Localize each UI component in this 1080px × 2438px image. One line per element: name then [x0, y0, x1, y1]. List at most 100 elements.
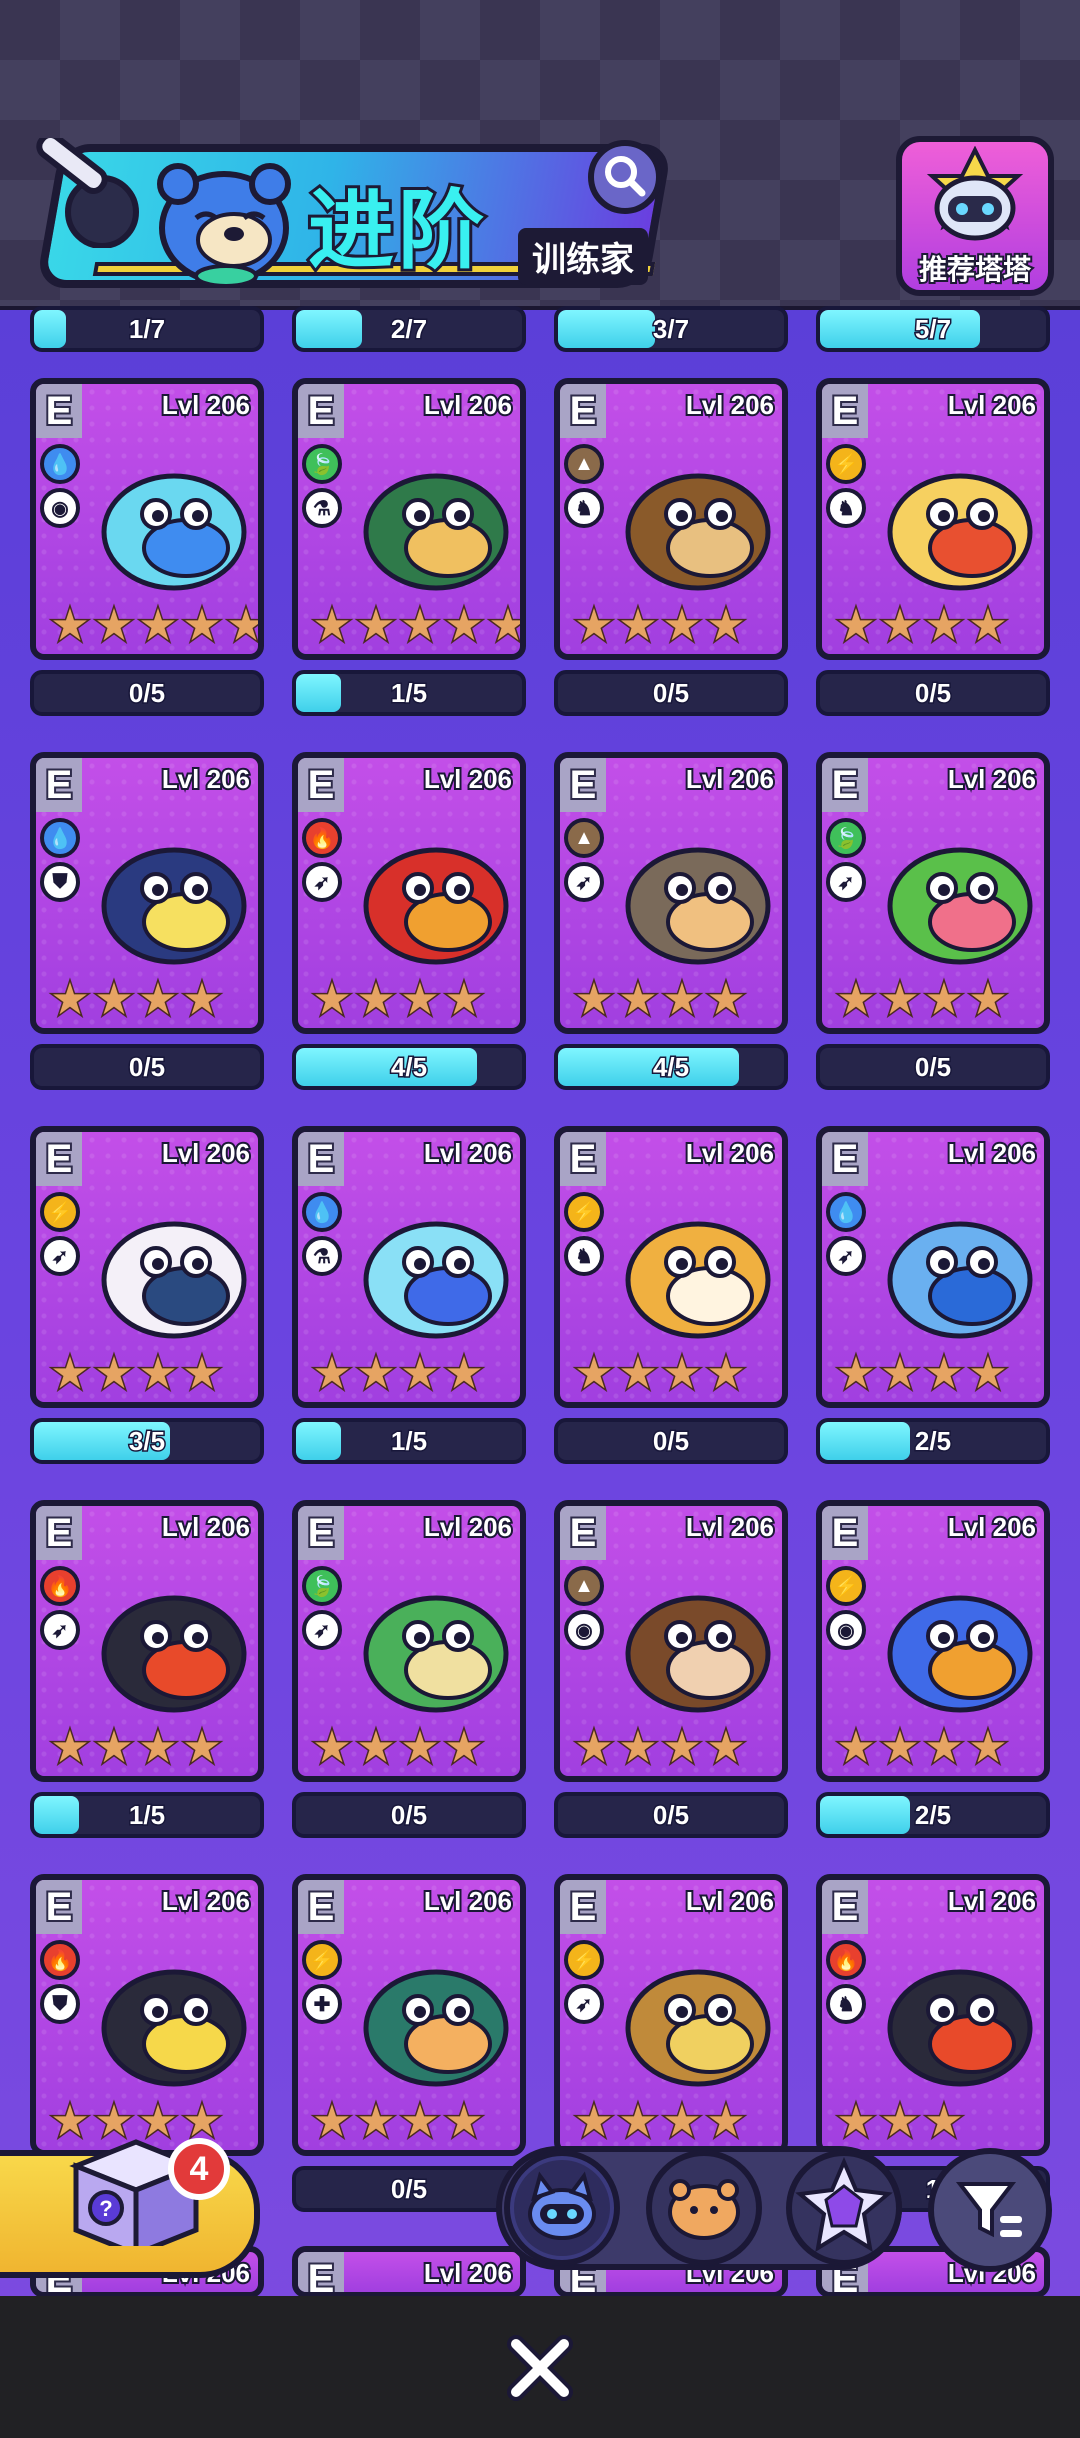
- creature-blue-fish-icon: [86, 444, 256, 594]
- role-flask-icon: ⚗: [302, 1236, 342, 1276]
- element-water-icon: 💧: [40, 444, 80, 484]
- star-icon: ★: [661, 1723, 703, 1772]
- role-knight-icon: ♞: [564, 488, 604, 528]
- progress-bar: 0/5: [816, 670, 1050, 716]
- star-rating: ★ ★ ★ ★: [572, 1349, 748, 1398]
- star-icon: ★: [487, 601, 526, 650]
- page-title: 进阶: [305, 178, 488, 284]
- progress-bar: 0/5: [816, 1044, 1050, 1090]
- star-icon: ★: [661, 1349, 703, 1398]
- role-shield-icon: ⛊: [40, 862, 80, 902]
- creature-card[interactable]: E Lvl 206 ▲ ➶ ★ ★ ★ ★: [554, 752, 788, 1034]
- level-label: Lvl 206: [160, 1136, 252, 1170]
- tab-cat[interactable]: [504, 2150, 620, 2266]
- star-rating: ★ ★ ★ ★: [834, 1723, 1010, 1772]
- rank-badge: E: [298, 1132, 344, 1186]
- creature-card[interactable]: E Lvl 206 💧 ⛊ ★ ★ ★ ★: [30, 752, 264, 1034]
- role-shield-icon: ⛊: [40, 1984, 80, 2024]
- creature-card[interactable]: E Lvl 206 ⚡ ➶ ★ ★ ★ ★: [554, 1874, 788, 2156]
- filter-button[interactable]: [928, 2148, 1052, 2272]
- star-icon: ★: [399, 1723, 441, 1772]
- creature-card[interactable]: E Lvl 206 🔥 ➶ ★ ★ ★ ★: [30, 1500, 264, 1782]
- creature-leaf-duck-icon: [348, 1566, 518, 1716]
- star-icon: ★: [573, 1349, 615, 1398]
- level-label: Lvl 206: [684, 1510, 776, 1544]
- creature-card[interactable]: E Lvl 206 🔥 ⛊ ★ ★ ★ ★: [30, 1874, 264, 2156]
- rank-badge: E: [36, 1506, 82, 1560]
- role-eye-icon: ◉: [40, 488, 80, 528]
- element-electric-icon: ⚡: [302, 1940, 342, 1980]
- creature-card[interactable]: E Lvl 206 ▲ ◉ ★ ★ ★ ★: [554, 1500, 788, 1782]
- level-label: Lvl 206: [684, 1884, 776, 1918]
- star-rating: ★ ★ ★: [834, 2097, 966, 2146]
- close-button[interactable]: [500, 2328, 580, 2408]
- star-icon: ★: [93, 975, 135, 1024]
- star-icon: ★: [661, 601, 703, 650]
- progress-text: 2/7: [389, 312, 428, 345]
- creature-card[interactable]: E Lvl 206 ⚡ ➶ ★ ★ ★ ★: [30, 1126, 264, 1408]
- creature-duck-icon: [86, 1940, 256, 2090]
- recommend-button[interactable]: 推荐塔塔: [896, 136, 1054, 296]
- element-water-icon: 💧: [40, 818, 80, 858]
- progress-text: 0/5: [389, 1798, 428, 1831]
- level-label: Lvl 206: [946, 762, 1038, 796]
- progress-text: 3/7: [651, 312, 690, 345]
- star-icon: ★: [923, 2097, 965, 2146]
- level-label: Lvl 206: [160, 1884, 252, 1918]
- star-icon: ★: [705, 601, 747, 650]
- star-icon: ★: [225, 601, 264, 650]
- creature-card[interactable]: E Lvl 206 💧 ➶ ★ ★ ★ ★: [816, 1126, 1050, 1408]
- star-icon: ★: [443, 601, 485, 650]
- progress-text: 0/5: [127, 1050, 166, 1083]
- star-rating: ★ ★ ★ ★ ★: [48, 601, 264, 650]
- creature-card[interactable]: E Lvl 206 ⚡ ♞ ★ ★ ★ ★: [554, 1126, 788, 1408]
- star-icon: ★: [355, 1349, 397, 1398]
- level-label: Lvl 206: [946, 388, 1038, 422]
- creature-card[interactable]: E Lvl 206 🍃 ➶ ★ ★ ★ ★: [292, 1500, 526, 1782]
- progress-text: 4/5: [651, 1050, 690, 1083]
- creature-card[interactable]: E Lvl 206 🔥 ♞ ★ ★ ★: [816, 1874, 1050, 2156]
- star-icon: ★: [879, 1349, 921, 1398]
- rank-badge: E: [298, 384, 344, 438]
- element-electric-icon: ⚡: [564, 1940, 604, 1980]
- creature-octopus-icon: [872, 1192, 1042, 1342]
- star-icon: ★: [399, 1349, 441, 1398]
- star-icon: ★: [835, 1723, 877, 1772]
- search-button[interactable]: [588, 140, 662, 214]
- creature-card[interactable]: E Lvl 206 ⚡ ♞ ★ ★ ★ ★: [816, 378, 1050, 660]
- creature-card[interactable]: E Lvl 206 💧 ⚗ ★ ★ ★ ★: [292, 1126, 526, 1408]
- role-runner-icon: ➶: [564, 1984, 604, 2024]
- progress-bar: 0/5: [30, 1044, 264, 1090]
- creature-card[interactable]: E Lvl 206 ⚡ ✚ ★ ★ ★ ★: [292, 1874, 526, 2156]
- progress-bar: 0/5: [30, 670, 264, 716]
- creature-card[interactable]: E Lvl 206 ⚡ ◉ ★ ★ ★ ★: [816, 1500, 1050, 1782]
- creature-yellow-fox-icon: [872, 444, 1042, 594]
- star-icon: ★: [137, 1349, 179, 1398]
- progress-bar: 1/5: [30, 1792, 264, 1838]
- star-icon: ★: [617, 975, 659, 1024]
- level-label: Lvl 206: [422, 1884, 514, 1918]
- tab-hamster[interactable]: [646, 2150, 762, 2266]
- creature-card[interactable]: E Lvl 206 🍃 ⚗ ★ ★ ★ ★ ★: [292, 378, 526, 660]
- tab-star[interactable]: [786, 2150, 902, 2266]
- star-icon: ★: [355, 2097, 397, 2146]
- creature-card[interactable]: E Lvl 206 💧 ◉ ★ ★ ★ ★ ★: [30, 378, 264, 660]
- creature-card[interactable]: E Lvl 206 ▲ ♞ ★ ★ ★ ★: [554, 378, 788, 660]
- star-rating: ★ ★ ★ ★: [834, 1349, 1010, 1398]
- creature-card[interactable]: E Lvl 206 🔥 ➶ ★ ★ ★ ★: [292, 752, 526, 1034]
- element-electric-icon: ⚡: [40, 1192, 80, 1232]
- rank-badge: E: [822, 384, 868, 438]
- progress-bar: 1/5: [292, 670, 526, 716]
- star-cat-icon: [795, 2156, 893, 2253]
- role-runner-icon: ➶: [564, 862, 604, 902]
- star-icon: ★: [181, 1723, 223, 1772]
- star-rating: ★ ★ ★ ★: [310, 1723, 486, 1772]
- creature-card[interactable]: E Lvl 206 🍃 ➶ ★ ★ ★ ★: [816, 752, 1050, 1034]
- rank-badge: E: [822, 1132, 868, 1186]
- role-runner-icon: ➶: [826, 1236, 866, 1276]
- rank-badge: E: [298, 758, 344, 812]
- progress-bar: 3/7: [554, 306, 788, 352]
- role-flask-icon: ⚗: [302, 488, 342, 528]
- creature-card[interactable]: E Lvl 206: [292, 2246, 526, 2298]
- creature-green-owl-icon: [348, 444, 518, 594]
